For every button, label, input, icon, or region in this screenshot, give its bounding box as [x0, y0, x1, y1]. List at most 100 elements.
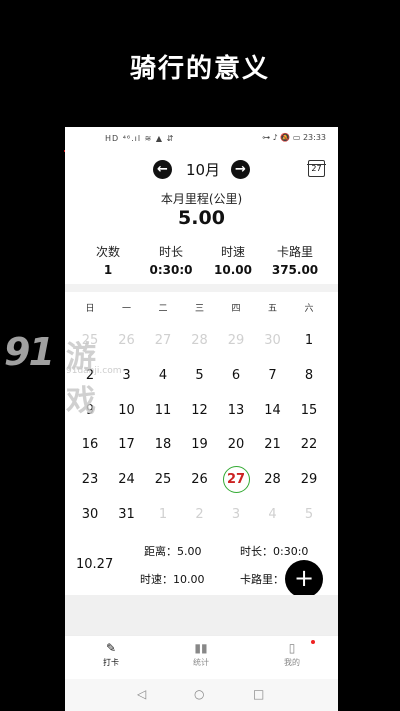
day-number: 31: [118, 507, 135, 522]
empty-area: [65, 595, 338, 635]
calendar-day[interactable]: 31: [109, 498, 145, 532]
edit-icon: ✎: [105, 641, 117, 655]
stat-value: 0:30:0: [149, 263, 193, 277]
weekday-label: 五: [267, 304, 277, 314]
calendar-day[interactable]: 6: [218, 359, 254, 393]
stat-speed: 时速 10.00: [198, 243, 268, 277]
calendar-day[interactable]: 11: [145, 394, 181, 428]
stat-value: 10.00: [214, 263, 252, 277]
day-number: 21: [264, 437, 281, 453]
tab-label: 打卡: [103, 658, 119, 667]
detail-date: 10.27: [76, 557, 114, 572]
tab-checkin[interactable]: ✎ 打卡: [81, 641, 141, 668]
calendar-day[interactable]: 8: [291, 359, 327, 393]
day-number: 25: [154, 472, 172, 488]
calendar-day[interactable]: 14: [255, 394, 291, 428]
day-number: 23: [81, 472, 99, 488]
calendar-day[interactable]: 23: [72, 463, 108, 497]
stat-label: 时速: [220, 245, 245, 259]
calendar-day[interactable]: 17: [109, 428, 145, 462]
calendar-day[interactable]: 26: [109, 324, 145, 358]
status-bar: HD ⁴⁶.ıl ≋ ▲ ⇵ ⊶ ♪ 🔕 ▭ 23:33: [65, 127, 338, 149]
calendar-day[interactable]: 30: [255, 324, 291, 358]
tab-stats[interactable]: ▮▮ 统计: [171, 641, 231, 668]
stat-count: 次数 1: [73, 243, 143, 277]
recent-apps-button[interactable]: □: [253, 687, 264, 701]
notification-dot: [311, 640, 315, 644]
calendar-day[interactable]: 12: [182, 394, 218, 428]
calendar-day[interactable]: 16: [72, 428, 108, 462]
day-number: 11: [154, 402, 172, 418]
tab-label: 统计: [193, 658, 209, 667]
day-number: 18: [154, 437, 172, 453]
day-number: 17: [118, 437, 135, 453]
day-number: 12: [191, 402, 208, 418]
calendar-day[interactable]: 7: [255, 359, 291, 393]
weekday-label: 二: [158, 304, 168, 314]
calendar-day[interactable]: 3: [218, 498, 254, 532]
stat-label: 次数: [95, 245, 120, 259]
calendar-day[interactable]: 30: [72, 498, 108, 532]
calendar-day[interactable]: 1: [291, 324, 327, 358]
day-number: 15: [300, 402, 318, 418]
calendar-day[interactable]: 15: [291, 394, 327, 428]
system-nav-bar: ◁ ○ □: [65, 679, 338, 711]
month-label: 10月: [185, 161, 221, 179]
day-number: 28: [191, 333, 208, 348]
weekday-label: 一: [121, 304, 131, 314]
day-number: 27: [222, 466, 250, 494]
add-record-button[interactable]: +: [285, 560, 323, 598]
calendar-day[interactable]: 26: [182, 463, 218, 497]
calendar-day[interactable]: 20: [218, 428, 254, 462]
day-number: 6: [231, 367, 241, 383]
calendar-day[interactable]: 13: [218, 394, 254, 428]
prev-month-button[interactable]: ←: [153, 160, 172, 179]
calendar-icon[interactable]: 27: [307, 160, 326, 177]
detail-speed: 时速：10.00: [140, 573, 205, 586]
tab-label: 我的: [284, 658, 300, 667]
day-number: 29: [300, 472, 318, 488]
day-number: 1: [304, 333, 314, 348]
status-right: ⊶ ♪ 🔕 ▭ 23:33: [262, 133, 326, 142]
month-switcher: ← 10月 → 27: [65, 157, 338, 183]
day-number: 29: [227, 333, 245, 348]
calendar-day[interactable]: 21: [255, 428, 291, 462]
calendar-day[interactable]: 2: [182, 498, 218, 532]
calendar-day-today[interactable]: 27: [218, 463, 254, 497]
next-month-button[interactable]: →: [231, 160, 250, 179]
calendar-day[interactable]: 5: [182, 359, 218, 393]
calendar-day[interactable]: 22: [291, 428, 327, 462]
calendar-day[interactable]: 28: [255, 463, 291, 497]
home-button[interactable]: ○: [194, 687, 204, 701]
stat-calories: 卡路里 375.00: [260, 243, 330, 277]
calendar-day[interactable]: 10: [109, 394, 145, 428]
calendar-day[interactable]: 5: [291, 498, 327, 532]
calendar-day[interactable]: 29: [291, 463, 327, 497]
calendar-day[interactable]: 4: [145, 359, 181, 393]
status-left: HD ⁴⁶.ıl ≋ ▲ ⇵: [105, 134, 175, 143]
calendar-day[interactable]: 19: [182, 428, 218, 462]
calendar-day[interactable]: 4: [255, 498, 291, 532]
stat-value: 375.00: [271, 263, 319, 277]
tab-mine[interactable]: ▯ 我的: [262, 641, 322, 668]
back-button[interactable]: ◁: [137, 687, 146, 701]
detail-duration: 时长：0:30:0: [240, 545, 309, 558]
day-number: 3: [122, 367, 131, 383]
calendar-day[interactable]: 28: [182, 324, 218, 358]
day-number: 30: [264, 333, 281, 348]
watermark-number: 91: [4, 330, 55, 374]
promo-title: 骑行的意义: [129, 54, 270, 84]
calendar-day[interactable]: 24: [109, 463, 145, 497]
day-number: 1: [158, 507, 168, 522]
calendar-day[interactable]: 18: [145, 428, 181, 462]
calendar-day[interactable]: 27: [145, 324, 181, 358]
day-number: 26: [118, 333, 135, 348]
day-number: 24: [118, 472, 135, 488]
calendar-day[interactable]: 29: [218, 324, 254, 358]
calendar-day[interactable]: 1: [145, 498, 181, 532]
calendar-day[interactable]: 25: [145, 463, 181, 497]
stat-value: 1: [103, 263, 113, 277]
day-number: 22: [300, 437, 318, 453]
day-number: 19: [191, 437, 208, 453]
bottom-tab-bar: ✎ 打卡 ▮▮ 统计 ▯ 我的: [65, 635, 338, 680]
